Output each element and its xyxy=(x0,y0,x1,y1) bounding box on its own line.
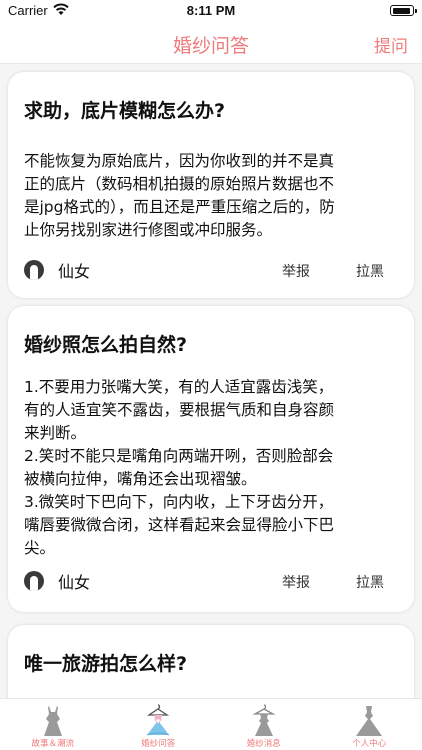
question-title: 唯一旅游拍怎么样? xyxy=(24,653,188,675)
tab-wedding-news[interactable]: 婚纱消息 xyxy=(211,699,317,750)
tab-stories-trends[interactable]: 故事＆潮流 xyxy=(0,699,106,750)
dress-icon xyxy=(43,706,62,736)
block-button[interactable]: 拉黑 xyxy=(356,261,384,281)
question-title: 求助，底片模糊怎么办? xyxy=(24,100,226,122)
tab-wedding-qa[interactable]: 婚纱问答 xyxy=(106,699,212,750)
page-title: 婚纱问答 xyxy=(172,35,249,57)
tab-personal-center[interactable]: 个人中心 xyxy=(317,699,422,750)
status-bar: Carrier 8:11 PM xyxy=(0,0,422,22)
ask-question-button[interactable]: 提问 xyxy=(374,32,408,57)
answer-text: 1.不要用力张嘴大笑，有的人适宜露齿浅笑， 有的人适宜笑不露齿，要根据气质和自身… xyxy=(24,378,335,557)
answer-text: 不能恢复为原始底片，因为你收到的并不是真 正的底片（数码相机拍摄的原始照片数据也… xyxy=(24,152,335,239)
gown-icon xyxy=(356,706,383,736)
tab-label: 婚纱问答 xyxy=(141,739,176,749)
author-info: 仙女 xyxy=(24,258,90,282)
tab-label: 婚纱消息 xyxy=(246,739,281,749)
author-name: 仙女 xyxy=(58,262,91,281)
qa-card[interactable]: 唯一旅游拍怎么样? xyxy=(8,625,414,698)
report-button[interactable]: 举报 xyxy=(282,261,310,281)
report-button[interactable]: 举报 xyxy=(282,572,310,592)
avatar xyxy=(24,571,44,591)
dress-on-hanger-icon xyxy=(147,704,170,736)
battery-icon xyxy=(390,5,417,16)
qa-card[interactable]: 婚纱照怎么拍自然? 1.不要用力张嘴大笑，有的人适宜露齿浅笑， 有的人适宜笑不露… xyxy=(8,306,414,612)
qa-list[interactable]: 求助，底片模糊怎么办? 不能恢复为原始底片，因为你收到的并不是真 正的底片（数码… xyxy=(0,64,422,698)
author-name: 仙女 xyxy=(58,573,91,592)
qa-card[interactable]: 求助，底片模糊怎么办? 不能恢复为原始底片，因为你收到的并不是真 正的底片（数码… xyxy=(8,72,414,298)
author-info: 仙女 xyxy=(24,569,90,593)
navigation-bar: 婚纱问答 提问 xyxy=(0,22,422,64)
clock: 8:11 PM xyxy=(186,3,236,18)
question-title: 婚纱照怎么拍自然? xyxy=(24,334,188,356)
hanger-dress-icon xyxy=(252,704,276,736)
tab-label: 故事＆潮流 xyxy=(31,739,74,749)
block-button[interactable]: 拉黑 xyxy=(356,572,384,592)
tab-label: 个人中心 xyxy=(352,739,387,749)
tab-bar: 故事＆潮流 婚纱问答 婚纱消息 个人中心 xyxy=(0,698,422,750)
avatar xyxy=(24,260,44,280)
